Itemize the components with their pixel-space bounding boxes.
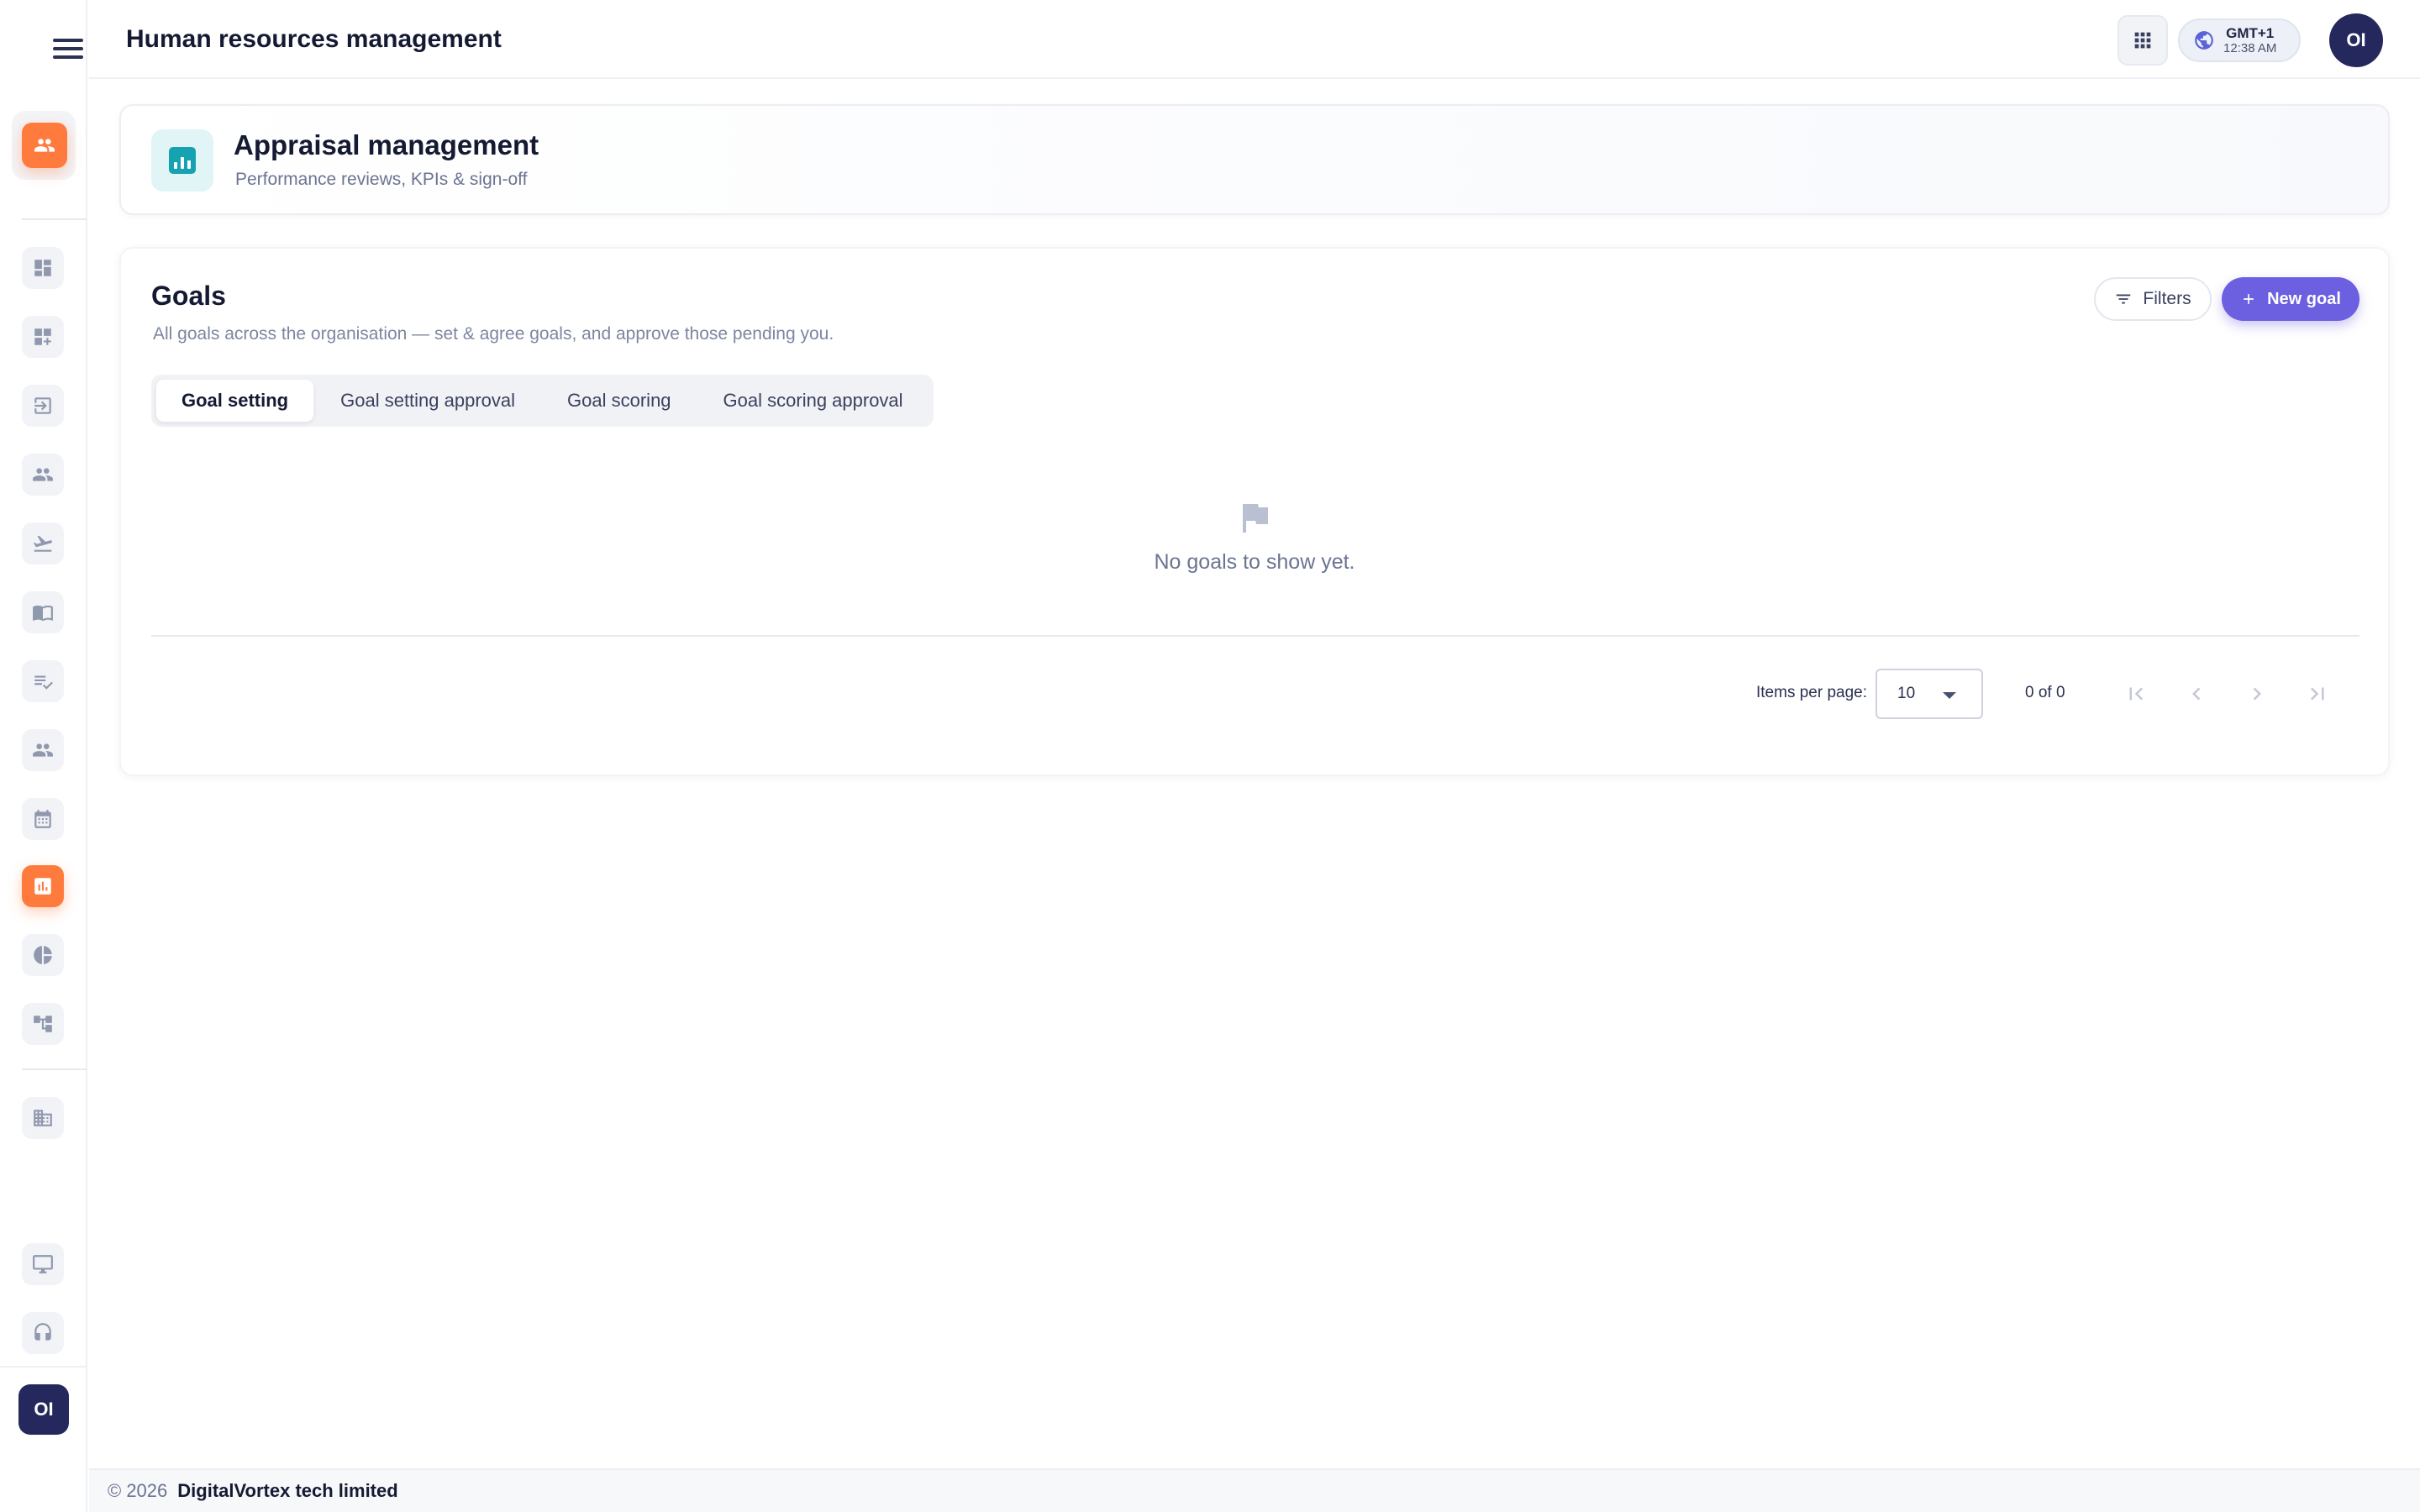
module-header-card: Appraisal management Performance reviews… — [119, 104, 2390, 215]
first-page-button[interactable] — [2116, 674, 2156, 714]
sidebar-item-org-chart[interactable] — [22, 1003, 64, 1045]
sidebar-item-employees[interactable] — [22, 454, 64, 496]
building-icon — [34, 1110, 52, 1126]
sidebar-item-appraisal[interactable] — [22, 865, 64, 907]
goals-card: Goals All goals across the organisation … — [119, 247, 2390, 776]
tab-goal-scoring[interactable]: Goal scoring — [542, 380, 697, 422]
timezone-chip[interactable]: GMT+1 12:38 AM — [2178, 18, 2301, 62]
sidebar-divider — [0, 1366, 87, 1368]
dropdown-caret-icon — [1943, 692, 1956, 699]
sidebar-item-reports[interactable] — [22, 934, 64, 976]
apps-button[interactable] — [2118, 15, 2168, 66]
book-icon — [33, 605, 53, 622]
new-goal-label: New goal — [2267, 289, 2341, 308]
sidebar: OI — [0, 0, 87, 1512]
timezone-zone: GMT+1 — [2226, 25, 2275, 41]
sidebar-item-dashboard-add[interactable] — [22, 316, 64, 358]
goals-tabs: Goal setting Goal setting approval Goal … — [151, 375, 934, 427]
new-goal-button[interactable]: New goal — [2222, 277, 2360, 321]
page-title: Appraisal management — [234, 129, 539, 160]
dashboard-add-icon — [34, 328, 51, 345]
user-avatar[interactable]: OI — [2329, 13, 2383, 67]
items-per-page-select[interactable]: 10 — [1876, 669, 1983, 719]
people-icon — [33, 743, 53, 757]
app-title: Human resources management — [126, 25, 502, 53]
people-icon — [34, 139, 55, 152]
sidebar-item-leave[interactable] — [22, 522, 64, 564]
support-icon — [34, 1323, 51, 1341]
bar-chart-icon — [34, 878, 51, 895]
sidebar-item-dashboard[interactable] — [22, 247, 64, 289]
sidebar-item-hr-home[interactable] — [22, 123, 67, 168]
people-icon — [33, 468, 53, 481]
timezone-time: 12:38 AM — [2223, 41, 2277, 55]
bar-chart-icon — [151, 129, 213, 192]
calendar-icon — [34, 810, 51, 828]
tab-goal-setting[interactable]: Goal setting — [156, 380, 314, 422]
last-page-button[interactable] — [2297, 674, 2338, 714]
filter-icon — [2117, 294, 2131, 304]
pagination: Items per page: 10 0 of 0 — [121, 669, 2388, 719]
org-chart-icon — [34, 1016, 52, 1032]
empty-state: No goals to show yet. — [121, 497, 2388, 575]
items-per-page-label: Items per page: — [1756, 684, 1868, 701]
pie-chart-icon — [34, 946, 52, 964]
table-divider — [151, 635, 2360, 637]
first-page-icon — [2129, 687, 2144, 701]
footer: © 2026 DigitalVortex tech limited — [89, 1468, 2420, 1512]
filters-button[interactable]: Filters — [2094, 277, 2212, 321]
monitor-icon — [33, 1255, 53, 1273]
copyright-text: © 2026 — [108, 1480, 168, 1501]
filters-label: Filters — [2143, 289, 2191, 308]
sidebar-item-display[interactable] — [22, 1243, 64, 1285]
sidebar-item-tasks[interactable] — [22, 660, 64, 702]
sidebar-item-support[interactable] — [22, 1312, 64, 1354]
apps-grid-icon — [2134, 32, 2151, 49]
sidebar-item-company[interactable] — [22, 1097, 64, 1139]
chevron-right-icon — [2253, 687, 2261, 701]
tab-goal-scoring-approval[interactable]: Goal scoring approval — [698, 380, 929, 422]
flag-icon — [1243, 504, 1268, 533]
tab-goal-setting-approval[interactable]: Goal setting approval — [315, 380, 540, 422]
globe-icon — [2195, 31, 2213, 50]
sidebar-item-teams[interactable] — [22, 729, 64, 771]
timezone-text: GMT+1 12:38 AM — [2223, 26, 2276, 55]
company-name: DigitalVortex tech limited — [177, 1480, 398, 1501]
checklist-icon — [34, 675, 53, 690]
login-icon — [34, 397, 51, 414]
plus-icon — [2244, 294, 2254, 304]
next-page-button[interactable] — [2237, 674, 2277, 714]
page-subtitle: Performance reviews, KPIs & sign-off — [235, 170, 528, 189]
chevron-left-icon — [2192, 687, 2201, 701]
sidebar-home-wrap — [12, 111, 76, 180]
hamburger-menu-icon[interactable] — [53, 39, 83, 59]
dashboard-icon — [34, 260, 51, 276]
sidebar-divider — [22, 218, 87, 220]
sidebar-user-avatar[interactable]: OI — [18, 1384, 69, 1435]
pagination-range: 0 of 0 — [2025, 684, 2065, 701]
sidebar-item-learning[interactable] — [22, 591, 64, 633]
last-page-icon — [2310, 687, 2324, 701]
sidebar-item-login[interactable] — [22, 385, 64, 427]
empty-state-text: No goals to show yet. — [1154, 550, 1355, 574]
flight-icon — [33, 535, 52, 552]
sidebar-divider — [22, 1068, 87, 1070]
goals-subtitle: All goals across the organisation — set … — [153, 324, 834, 344]
goals-title: Goals — [151, 281, 226, 311]
top-bar: Human resources management GMT+1 12:38 A… — [89, 0, 2420, 79]
items-per-page-value: 10 — [1897, 685, 1916, 702]
sidebar-item-calendar[interactable] — [22, 798, 64, 840]
previous-page-button[interactable] — [2176, 674, 2217, 714]
